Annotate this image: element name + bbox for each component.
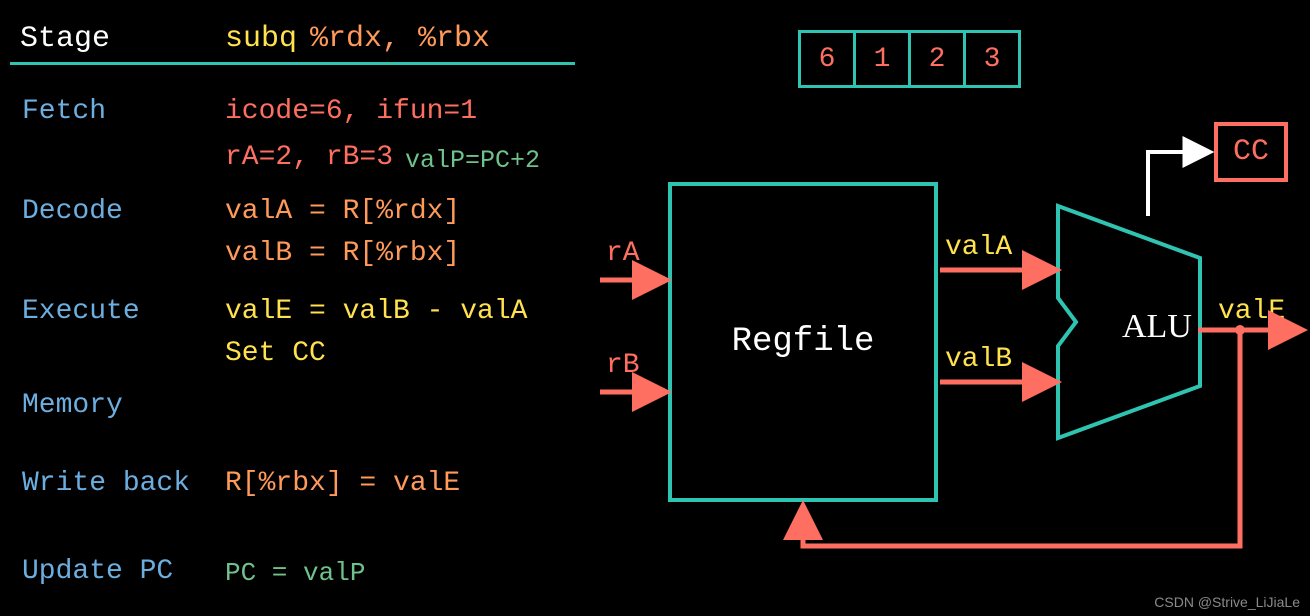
arrow-cc	[1148, 152, 1208, 216]
arrow-vale-feedback	[803, 330, 1240, 546]
arrows-overlay	[0, 0, 1310, 616]
watermark: CSDN @Strive_LiJiaLe	[1154, 594, 1300, 610]
